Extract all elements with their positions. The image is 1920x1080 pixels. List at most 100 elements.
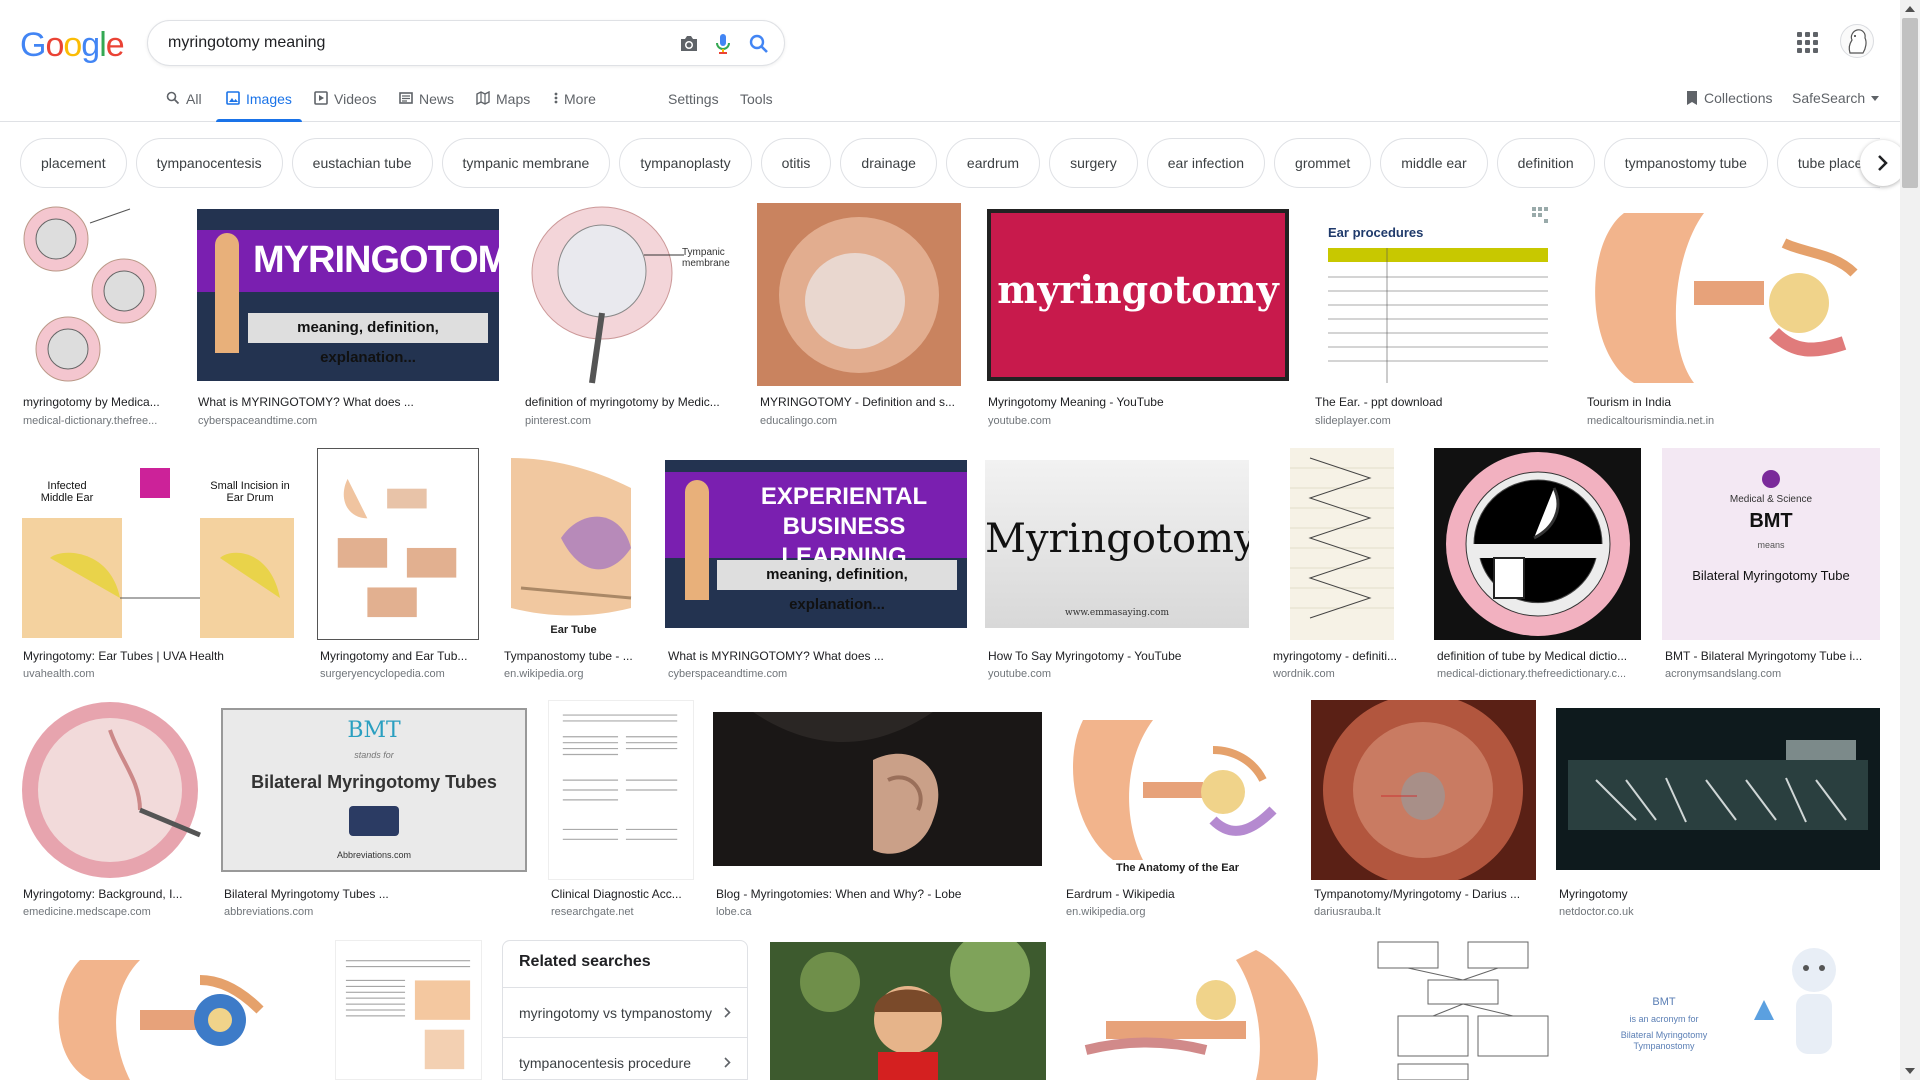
image-result[interactable] — [20, 940, 315, 1080]
thumb-caption: means — [1757, 540, 1785, 550]
google-logo[interactable]: Google — [20, 26, 125, 65]
scroll-up-arrow[interactable] — [1905, 6, 1915, 12]
result-title[interactable]: BMT - Bilateral Myringotomy Tube i... — [1665, 649, 1879, 663]
result-title[interactable]: definition of myringotomy by Medic... — [525, 395, 735, 409]
related-search-item[interactable]: myringotomy vs tympanostomy — [503, 987, 747, 1037]
image-result[interactable] — [1368, 940, 1563, 1080]
more-vert-icon — [554, 92, 558, 104]
result-title[interactable]: What is MYRINGOTOMY? What does ... — [668, 649, 968, 663]
image-result[interactable]: BMT stands for Bilateral Myringotomy Tub… — [221, 700, 527, 920]
image-result[interactable]: EXPERIENTAL BUSINESS LEARNING meaning, d… — [665, 448, 967, 680]
result-title[interactable]: definition of tube by Medical dictio... — [1437, 649, 1641, 663]
tab-maps[interactable]: Maps — [476, 82, 530, 122]
image-result[interactable]: definition of tube by Medical dictio... … — [1434, 448, 1641, 680]
related-chip[interactable]: definition — [1496, 138, 1595, 188]
page-scrollbar[interactable] — [1900, 0, 1920, 1080]
result-title[interactable]: Myringotomy Meaning - YouTube — [988, 395, 1288, 409]
result-thumbnail — [1066, 940, 1348, 1080]
related-chip[interactable]: tympanostomy tube — [1603, 138, 1768, 188]
image-result[interactable]: MYRINGOTOMY meaning, definition, explana… — [195, 203, 501, 428]
related-chip[interactable]: otitis — [760, 138, 832, 188]
image-result[interactable]: Blog - Myringotomies: When and Why? - Lo… — [713, 700, 1042, 920]
image-result[interactable]: Clinical Diagnostic Acc... researchgate.… — [548, 700, 694, 920]
tab-news[interactable]: News — [399, 82, 454, 122]
result-title[interactable]: The Ear. - ppt download — [1315, 395, 1565, 409]
result-title[interactable]: myringotomy - definiti... — [1273, 649, 1413, 663]
image-result[interactable]: The Anatomy of the Ear Eardrum - Wikiped… — [1063, 700, 1292, 920]
image-result[interactable] — [335, 940, 482, 1080]
logo-letter: e — [105, 26, 125, 64]
related-chip[interactable]: tympanic membrane — [441, 138, 611, 188]
result-thumbnail — [1368, 940, 1563, 1080]
result-title[interactable]: myringotomy by Medica... — [23, 395, 173, 409]
scrollbar-thumb[interactable] — [1902, 18, 1918, 188]
related-chip[interactable]: surgery — [1049, 138, 1138, 188]
result-title[interactable]: Tympanotomy/Myringotomy - Darius ... — [1314, 887, 1536, 901]
image-result[interactable]: MYRINGOTOMY - Definition and s... educal… — [757, 203, 961, 428]
tab-videos[interactable]: Videos — [314, 82, 377, 122]
related-chip[interactable]: middle ear — [1380, 138, 1488, 188]
result-title[interactable]: How To Say Myringotomy - YouTube — [988, 649, 1248, 663]
image-result[interactable]: Myringotomy www.emmasaying.com How To Sa… — [985, 448, 1249, 680]
result-title[interactable]: Tympanostomy tube - ... — [504, 649, 644, 663]
tools-link[interactable]: Tools — [740, 91, 773, 107]
result-title[interactable]: Eardrum - Wikipedia — [1066, 887, 1291, 901]
image-result[interactable]: Tourism in India medicaltourismindia.net… — [1584, 203, 1878, 428]
image-result[interactable]: Myringotomy: Background, I... emedicine.… — [20, 700, 206, 920]
image-result[interactable]: Ear Tube Tympanostomy tube - ... en.wiki… — [501, 448, 646, 680]
related-chip[interactable]: drainage — [840, 138, 937, 188]
image-result[interactable]: myringotomy - definiti... wordnik.com — [1270, 448, 1414, 680]
result-thumbnail — [1270, 448, 1414, 640]
avatar[interactable] — [1840, 24, 1874, 58]
image-result[interactable] — [770, 942, 1046, 1080]
related-chip[interactable]: grommet — [1274, 138, 1372, 188]
microphone-icon[interactable] — [710, 31, 736, 57]
image-result[interactable]: Myringotomy and Ear Tub... surgeryencycl… — [317, 448, 479, 680]
settings-link[interactable]: Settings — [668, 91, 719, 107]
chevron-right-icon — [724, 1007, 731, 1018]
image-result[interactable]: Myringotomy netdoctor.co.uk — [1556, 700, 1880, 920]
image-result[interactable]: myringotomy Myringotomy Meaning - YouTub… — [985, 203, 1291, 428]
result-title[interactable]: Clinical Diagnostic Acc... — [551, 887, 695, 901]
related-chip[interactable]: ear infection — [1146, 138, 1266, 188]
related-chip[interactable]: eustachian tube — [291, 138, 433, 188]
related-chip[interactable]: tympanoplasty — [619, 138, 752, 188]
collections-link[interactable]: Collections — [1686, 90, 1772, 106]
image-result[interactable]: Tympanotomy/Myringotomy - Darius ... dar… — [1311, 700, 1536, 920]
image-result[interactable]: BMT is an acronym for Bilateral Myringot… — [1584, 940, 1880, 1080]
result-title[interactable]: MYRINGOTOMY - Definition and s... — [760, 395, 962, 409]
image-result[interactable]: Tympanic membrane definition of myringot… — [522, 203, 734, 428]
related-chip[interactable]: placement — [20, 138, 127, 188]
apps-icon[interactable] — [1795, 30, 1819, 54]
result-title[interactable]: Myringotomy: Background, I... — [23, 887, 207, 901]
logo-letter: o — [45, 26, 64, 64]
result-source: youtube.com — [988, 415, 1051, 427]
scroll-down-arrow[interactable] — [1905, 1068, 1915, 1074]
result-title[interactable]: Bilateral Myringotomy Tubes ... — [224, 887, 524, 901]
result-thumbnail: Medical & Science BMT means Bilateral My… — [1662, 448, 1880, 640]
video-icon — [314, 91, 328, 105]
result-title[interactable]: Myringotomy and Ear Tub... — [320, 649, 480, 663]
related-search-item[interactable]: tympanocentesis procedure — [503, 1037, 747, 1080]
result-title[interactable]: Myringotomy — [1559, 887, 1879, 901]
image-result[interactable]: Ear procedures The Ear. - ppt download s… — [1312, 203, 1565, 428]
result-thumbnail: BMT stands for Bilateral Myringotomy Tub… — [221, 700, 527, 880]
search-icon[interactable] — [746, 31, 772, 57]
related-chip[interactable]: tympanocentesis — [135, 138, 283, 188]
tab-images[interactable]: Images — [216, 82, 302, 122]
search-input[interactable] — [168, 21, 648, 65]
image-result[interactable]: Medical & Science BMT means Bilateral My… — [1662, 448, 1880, 680]
result-title[interactable]: Blog - Myringotomies: When and Why? - Lo… — [716, 887, 1041, 901]
safesearch-dropdown[interactable]: SafeSearch — [1792, 90, 1880, 106]
result-title[interactable]: Tourism in India — [1587, 395, 1877, 409]
tab-all[interactable]: All — [166, 82, 202, 122]
result-title[interactable]: What is MYRINGOTOMY? What does ... — [198, 395, 498, 409]
image-result[interactable]: myringotomy by Medica... medical-diction… — [20, 203, 174, 428]
result-title[interactable]: Myringotomy: Ear Tubes | UVA Health — [23, 649, 295, 663]
image-result[interactable] — [1066, 940, 1348, 1080]
camera-icon[interactable] — [676, 31, 702, 57]
tab-more[interactable]: More — [554, 82, 596, 122]
result-source: pinterest.com — [525, 415, 592, 427]
related-chip[interactable]: eardrum — [945, 138, 1041, 188]
image-result[interactable]: Infected Middle Ear Small Incision in Ea… — [20, 448, 296, 680]
